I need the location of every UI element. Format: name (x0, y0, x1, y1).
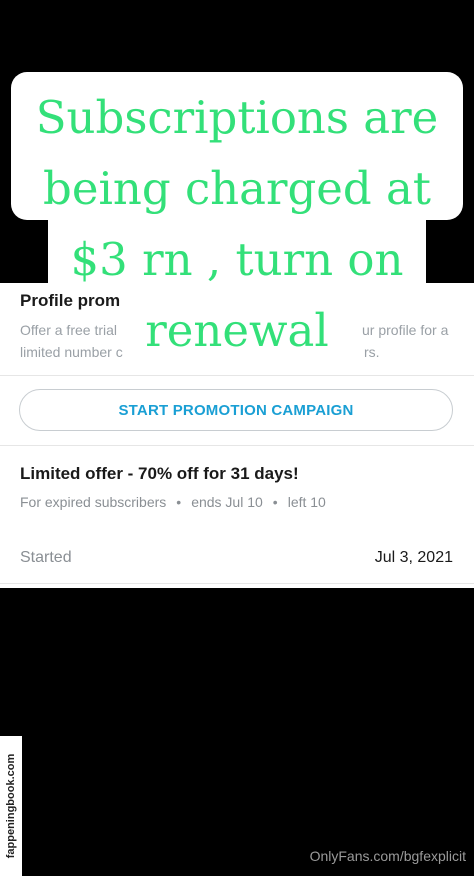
offer-left: left 10 (287, 494, 326, 510)
offer-audience: For expired subscribers (20, 494, 167, 510)
divider (0, 583, 474, 584)
caption-line: being charged at (43, 162, 431, 215)
divider (0, 445, 474, 446)
divider (0, 375, 474, 376)
separator-dot: • (176, 494, 182, 510)
side-watermark-text: fappeningbook.com (5, 753, 17, 859)
caption-text: Subscriptions are being charged at $3 rn… (0, 82, 474, 366)
caption-line: $3 rn , turn on (70, 233, 404, 286)
side-watermark: fappeningbook.com (0, 736, 22, 876)
started-label: Started (20, 549, 72, 566)
offer-meta: For expired subscribers • ends Jul 10 • left… (20, 494, 326, 510)
bottom-watermark: OnlyFans.com/bgfexplicit (309, 848, 466, 864)
offer-title: Limited offer - 70% off for 31 days! (20, 464, 299, 483)
separator-dot: • (272, 494, 278, 510)
started-date: Jul 3, 2021 (374, 549, 453, 566)
offer-ends: ends Jul 10 (191, 494, 263, 510)
caption-line: renewal (145, 304, 329, 357)
start-promotion-campaign-button[interactable]: START PROMOTION CAMPAIGN (19, 389, 453, 431)
caption-line: Subscriptions are (35, 91, 439, 144)
